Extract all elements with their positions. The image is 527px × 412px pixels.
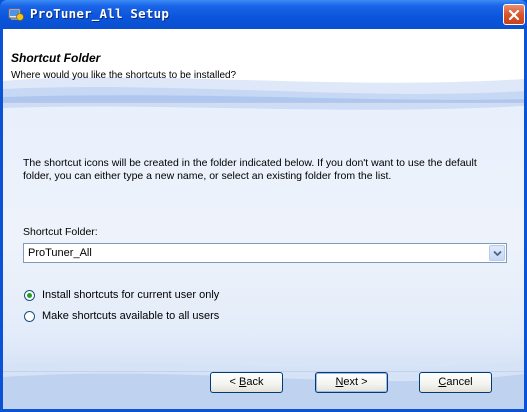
radio-all-users[interactable]: Make shortcuts available to all users — [24, 308, 219, 324]
close-button[interactable] — [503, 4, 525, 25]
shortcut-folder-value[interactable]: ProTuner_All — [28, 247, 92, 259]
page-title: Shortcut Folder — [11, 51, 101, 65]
close-icon — [508, 9, 520, 20]
shortcut-folder-label: Shortcut Folder: — [23, 226, 98, 238]
cancel-button-rest: ancel — [446, 376, 473, 388]
back-button-rest: ack — [246, 376, 264, 388]
back-button-prefix: < — [229, 376, 239, 388]
radio-button-current-user[interactable] — [24, 289, 35, 301]
header-separator — [3, 102, 524, 103]
header-panel: Shortcut Folder Where would you like the… — [3, 29, 524, 102]
page-subtitle: Where would you like the shortcuts to be… — [11, 70, 237, 81]
dialog-client-area: Shortcut Folder Where would you like the… — [3, 29, 524, 409]
setup-window: ProTuner_All Setup Shortcut Folder Where… — [0, 0, 527, 412]
cancel-button[interactable]: Cancel — [419, 372, 492, 393]
next-button-rest: ext > — [343, 376, 368, 388]
radio-label-all-users[interactable]: Make shortcuts available to all users — [42, 310, 219, 322]
radio-button-all-users[interactable] — [24, 310, 35, 322]
title-bar[interactable]: ProTuner_All Setup — [0, 0, 527, 29]
setup-app-icon — [8, 8, 24, 21]
radio-current-user[interactable]: Install shortcuts for current user only — [24, 287, 219, 303]
radio-label-current-user[interactable]: Install shortcuts for current user only — [42, 289, 219, 301]
header-decoration — [3, 77, 524, 102]
chevron-down-icon — [492, 250, 502, 256]
radio-selected-dot — [27, 292, 32, 298]
back-button[interactable]: < Back — [210, 372, 283, 393]
dropdown-button[interactable] — [489, 245, 505, 261]
shortcut-folder-combobox[interactable]: ProTuner_All — [23, 243, 507, 263]
description-text: The shortcut icons will be created in th… — [23, 157, 477, 182]
content-panel: The shortcut icons will be created in th… — [3, 102, 524, 409]
next-button[interactable]: Next > — [315, 372, 388, 393]
window-title: ProTuner_All Setup — [30, 6, 170, 21]
